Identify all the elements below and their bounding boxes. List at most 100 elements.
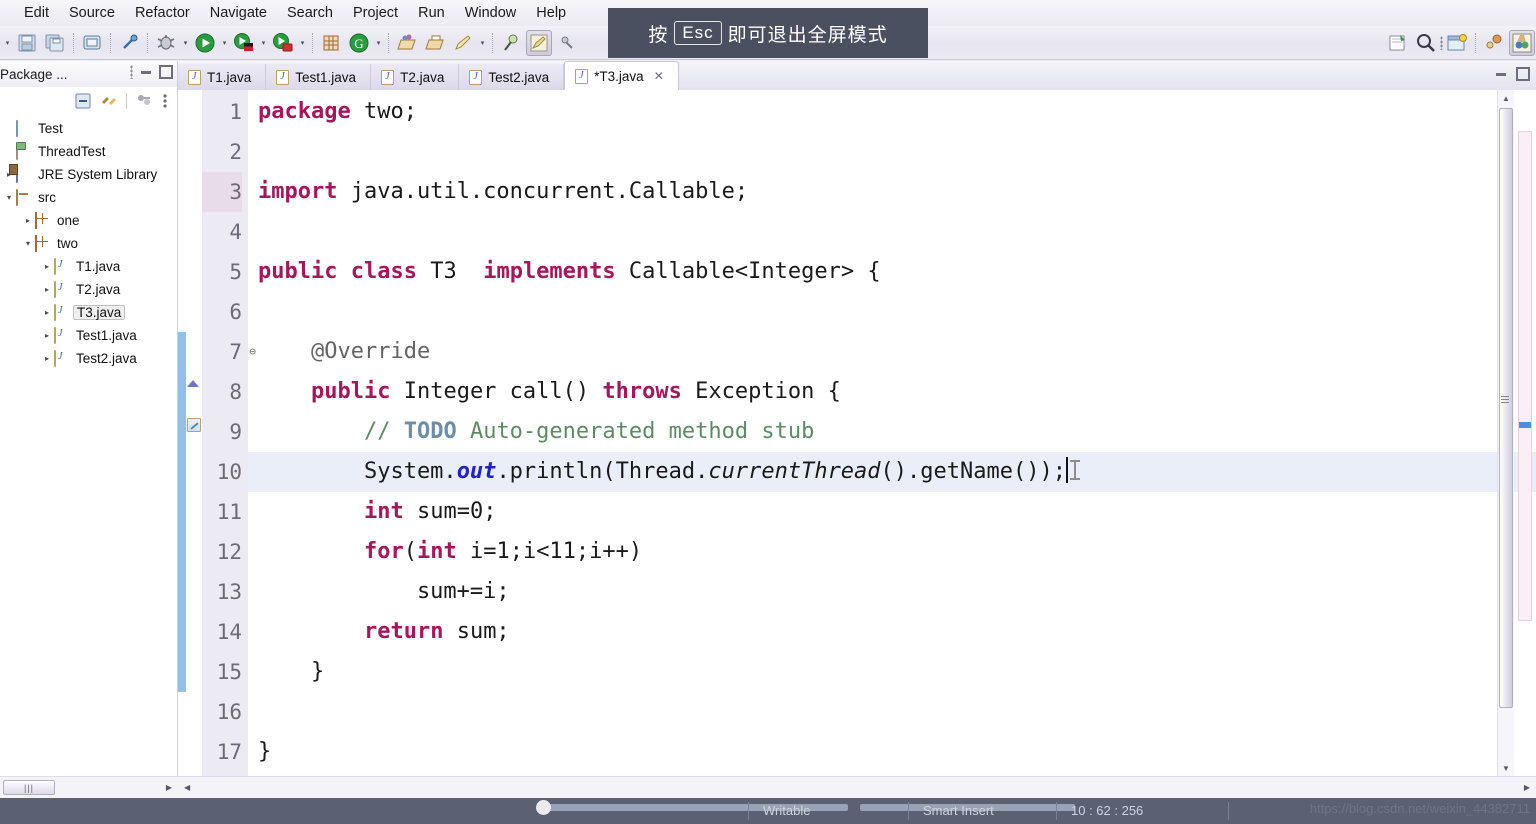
tree-item-one[interactable]: ▸ one	[0, 209, 177, 232]
view-drag-handle-icon[interactable]	[130, 65, 133, 79]
new-wizard-icon[interactable]	[1385, 30, 1411, 56]
hscroll-thumb[interactable]: |||	[3, 780, 55, 795]
code-line[interactable]: return sum;	[248, 612, 1536, 652]
hscroll-right-arrow[interactable]: ▶	[166, 783, 172, 792]
tree-item-test2-java[interactable]: ▸ Test2.java	[0, 347, 177, 370]
external-tools-dropdown-arrow[interactable]: ▾	[258, 30, 269, 56]
editor-tab-t2-java[interactable]: T2.java	[371, 64, 460, 90]
project-tree[interactable]: Test ThreadTest ▸ JRE System Library ▾ src ▸ on…	[0, 115, 177, 775]
console-icon[interactable]	[79, 30, 105, 56]
tree-item-t3-java[interactable]: ▸ T3.java	[0, 301, 177, 324]
tree-item-t1-java[interactable]: ▸ T1.java	[0, 255, 177, 278]
tree-item-jre-system-library[interactable]: ▸ JRE System Library	[0, 163, 177, 186]
view-more-icon[interactable]	[161, 92, 169, 110]
edit-icon[interactable]	[450, 30, 476, 56]
link-with-editor-icon[interactable]	[100, 92, 118, 110]
overview-ruler-mark[interactable]	[1519, 422, 1531, 428]
menu-item-help[interactable]: Help	[526, 3, 576, 23]
source-code[interactable]: package two; import java.util.concurrent…	[248, 90, 1536, 776]
twisty-collapsed-icon[interactable]: ▸	[40, 260, 54, 274]
vscroll-thumb[interactable]	[1499, 108, 1513, 708]
java-perspective-icon[interactable]	[1481, 30, 1507, 56]
twisty-expanded-icon[interactable]: ▾	[21, 237, 35, 251]
vscroll-track[interactable]	[1498, 106, 1514, 760]
twisty-collapsed-icon[interactable]: ▸	[40, 329, 54, 343]
editor-maximize-icon[interactable]	[1516, 67, 1530, 81]
code-line[interactable]: package two;	[248, 92, 1536, 132]
run-last-icon[interactable]	[270, 30, 296, 56]
code-line[interactable]	[248, 292, 1536, 332]
menu-item-refactor[interactable]: Refactor	[125, 3, 200, 23]
menu-item-project[interactable]: Project	[343, 3, 408, 23]
menu-item-navigate[interactable]: Navigate	[200, 3, 277, 23]
editor-tab-t3-java[interactable]: *T3.java ✕	[564, 61, 679, 90]
open-type-icon[interactable]	[394, 30, 420, 56]
menu-item-search[interactable]: Search	[277, 3, 343, 23]
editor-hscroll-left-arrow[interactable]: ◀	[184, 783, 190, 792]
save-all-icon[interactable]	[42, 30, 68, 56]
twisty-expanded-icon[interactable]: ▾	[2, 191, 16, 205]
code-line[interactable]: import java.util.concurrent.Callable;	[248, 172, 1536, 212]
editor-minimize-icon[interactable]	[1494, 67, 1508, 81]
editor-hscrollbar[interactable]: ◀ ▶	[178, 776, 1536, 798]
tree-item-t2-java[interactable]: ▸ T2.java	[0, 278, 177, 301]
debug-icon[interactable]	[153, 30, 179, 56]
code-line[interactable]: // TODO Auto-generated method stub	[248, 412, 1536, 452]
toolbar-overflow-arrow[interactable]: ▾	[2, 30, 13, 56]
menu-item-source[interactable]: Source	[59, 3, 125, 23]
editor-tab-t1-java[interactable]: T1.java	[178, 64, 267, 90]
search-ref-icon[interactable]	[498, 30, 524, 56]
code-line[interactable]: public Integer call() throws Exception {	[248, 372, 1536, 412]
run-last-dropdown-arrow[interactable]: ▾	[297, 30, 308, 56]
code-line[interactable]: int sum=0;	[248, 492, 1536, 532]
editor-hscroll-right-arrow[interactable]: ▶	[1524, 783, 1530, 792]
code-line[interactable]	[248, 212, 1536, 252]
editor-vscrollbar[interactable]: ▲ ▼	[1497, 90, 1514, 776]
code-editor[interactable]: 1234567891011121314151617 package two; i…	[178, 90, 1536, 776]
code-line[interactable]	[248, 692, 1536, 732]
editor-tab-test2-java[interactable]: Test2.java	[459, 64, 565, 90]
menu-item-edit[interactable]: Edit	[14, 3, 59, 23]
new-java-project-icon[interactable]	[318, 30, 344, 56]
link-icon[interactable]	[116, 30, 142, 56]
code-line[interactable]: @Override	[248, 332, 1536, 372]
minimize-icon[interactable]	[139, 65, 153, 79]
editor-tab-test1-java[interactable]: Test1.java	[266, 64, 372, 90]
save-icon[interactable]	[14, 30, 40, 56]
twisty-collapsed-icon[interactable]: ▸	[21, 214, 35, 228]
open-perspective-icon[interactable]	[1444, 30, 1470, 56]
close-icon[interactable]: ✕	[654, 69, 664, 83]
search-icon[interactable]	[1413, 30, 1439, 56]
todo-task-marker-icon[interactable]	[187, 418, 201, 432]
view-menu-icon[interactable]	[135, 92, 153, 110]
twisty-collapsed-icon[interactable]: ▸	[40, 306, 54, 320]
tree-item-threadtest[interactable]: ThreadTest	[0, 140, 177, 163]
run-icon[interactable]	[192, 30, 218, 56]
twisty-collapsed-icon[interactable]: ▸	[40, 283, 54, 297]
external-tools-icon[interactable]	[231, 30, 257, 56]
cleanup-icon[interactable]	[554, 30, 580, 56]
maximize-icon[interactable]	[159, 65, 173, 79]
override-marker-icon[interactable]	[187, 380, 199, 387]
vscroll-up-arrow[interactable]: ▲	[1498, 90, 1514, 106]
open-task-icon[interactable]	[422, 30, 448, 56]
menu-item-window[interactable]: Window	[455, 3, 527, 23]
edit-dropdown-arrow[interactable]: ▾	[477, 30, 488, 56]
debug-perspective-icon[interactable]	[1509, 29, 1535, 56]
menu-item-run[interactable]: Run	[408, 3, 455, 23]
tree-item-test[interactable]: Test	[0, 117, 177, 140]
tree-item-src[interactable]: ▾ src	[0, 186, 177, 209]
collapse-all-icon[interactable]	[74, 92, 92, 110]
code-line[interactable]: }	[248, 652, 1536, 692]
coverage-dropdown-arrow[interactable]: ▾	[373, 30, 384, 56]
tree-item-test1-java[interactable]: ▸ Test1.java	[0, 324, 177, 347]
package-explorer-hscrollbar[interactable]: ||| ▶	[0, 776, 178, 798]
annotation-marker-column[interactable]	[186, 90, 202, 776]
tree-item-two[interactable]: ▾ two	[0, 232, 177, 255]
code-line[interactable]: System.out.println(Thread.currentThread(…	[248, 452, 1536, 492]
coverage-icon[interactable]: G	[346, 30, 372, 56]
code-line[interactable]: for(int i=1;i<11;i++)	[248, 532, 1536, 572]
code-line[interactable]: }	[248, 732, 1536, 772]
spray-icon[interactable]	[526, 29, 552, 56]
code-line[interactable]	[248, 132, 1536, 172]
